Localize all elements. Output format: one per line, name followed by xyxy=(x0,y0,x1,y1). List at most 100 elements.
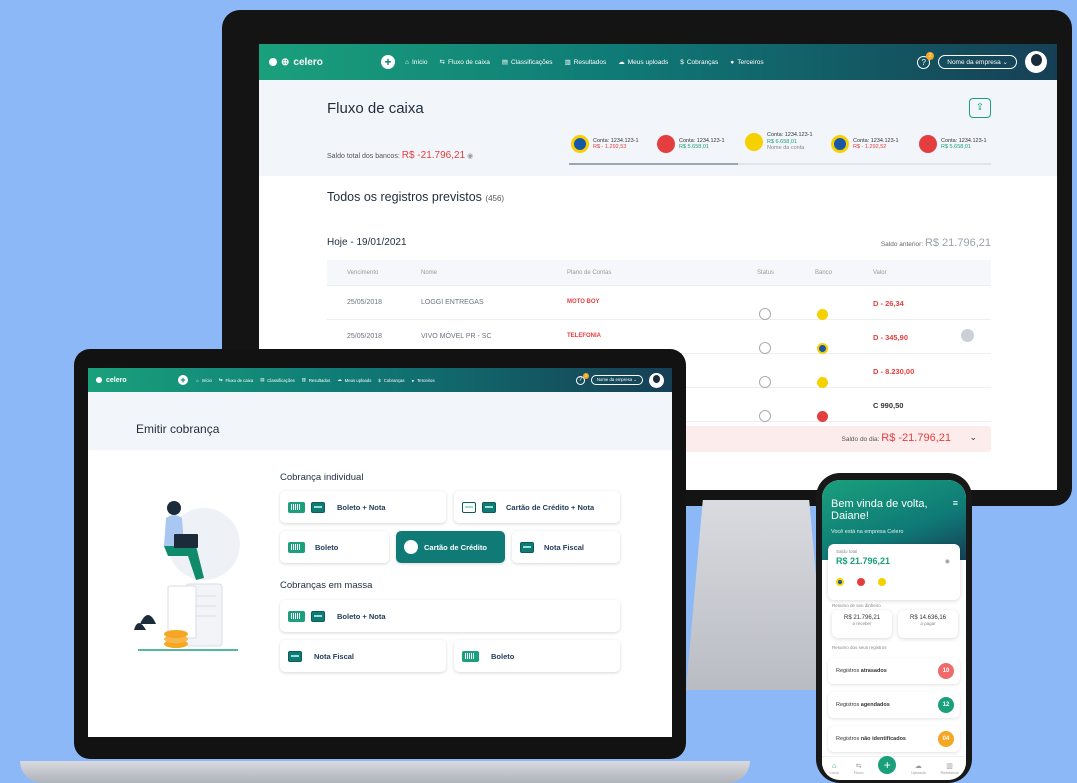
status-icon xyxy=(759,342,771,354)
eye-icon[interactable]: ◉ xyxy=(945,558,950,565)
records-scheduled[interactable]: Registros agendados 12 xyxy=(828,692,960,718)
laptop-screen: celero + ⌂ Início ⇆ Fluxo de caixa ▤ Classi… xyxy=(88,368,672,737)
add-button[interactable]: + xyxy=(878,755,897,774)
nav-item-resultados[interactable]: ▥ Resultados xyxy=(564,58,607,67)
nav-item-fluxo-de-caixa[interactable]: ⇆ Fluxo de caixa xyxy=(439,58,489,67)
nav-item-inicio[interactable]: ⌂ Início xyxy=(405,59,427,66)
nav-item-terceiros[interactable]: ● Terceiros xyxy=(412,378,435,383)
bank-icon xyxy=(878,578,886,586)
account-card[interactable]: Conta: 1234.123-1 R$ 5.658,01 xyxy=(657,135,725,153)
company-select[interactable]: Nome da empresa ⌄ xyxy=(938,55,1017,69)
top-navbar: celero + ⌂ Início ⇆ Fluxo de caixa ▤ Classi… xyxy=(88,368,672,392)
help-icon[interactable]: ? 2 xyxy=(917,51,935,69)
brand-logo[interactable]: ⊕ celero xyxy=(269,57,381,68)
nav-item-meus-uploads[interactable]: ☁ Meus uploads xyxy=(618,58,668,67)
upload-button[interactable]: ⇪ xyxy=(969,98,991,118)
avatar[interactable] xyxy=(1025,51,1047,73)
pay-card[interactable]: R$ 14.636,16 a pagar xyxy=(898,610,958,638)
account-card[interactable]: Conta: 1234.123-1 R$ - 1.292,53 xyxy=(571,135,639,153)
credit-card-icon xyxy=(462,501,476,513)
nav-item-classificacoes[interactable]: ▤ Classificações xyxy=(502,58,553,67)
laptop-base xyxy=(20,761,750,783)
row-action-button[interactable] xyxy=(961,329,974,342)
help-icon[interactable]: ? 2 xyxy=(575,372,589,385)
option-cartao-credito[interactable]: Cartão de Crédito xyxy=(396,531,505,563)
transfer-icon: ⇆ xyxy=(439,59,445,66)
greeting: Bem vinda de volta, Daiane! xyxy=(831,498,928,522)
people-icon: ● xyxy=(730,58,735,66)
bank-logo-icon xyxy=(831,135,849,153)
nav-item-fluxo-de-caixa[interactable]: ⇆ Fluxo de caixa xyxy=(219,377,253,383)
accounts-scroll-track[interactable] xyxy=(569,163,991,165)
option-mass-boleto-nota[interactable]: Boleto + Nota xyxy=(280,600,620,632)
add-button[interactable]: + xyxy=(381,55,395,69)
credit-card-icon xyxy=(404,540,418,554)
account-card[interactable]: Conta: 1234.123-1 R$ 5.658,01 xyxy=(919,135,987,153)
tab-relatorios[interactable]: ▥ Relatórios xyxy=(941,762,959,775)
nav-item-cobrancas[interactable]: $ Cobranças xyxy=(378,378,404,383)
receive-card[interactable]: R$ 21.796,21 a receber xyxy=(832,610,892,638)
cloud-upload-icon: ⇪ xyxy=(975,102,985,113)
home-icon: ⌂ xyxy=(832,762,837,770)
document-icon xyxy=(288,650,302,662)
boleto-icon xyxy=(288,610,305,622)
nav-item-inicio[interactable]: ⌂ Início xyxy=(196,378,212,383)
menu-icon[interactable]: ≡ xyxy=(953,498,958,508)
add-button[interactable]: + xyxy=(178,375,188,385)
tab-uploads[interactable]: ☁ Uploads xyxy=(911,762,926,775)
transfer-icon: ⇆ xyxy=(218,377,223,382)
bank-accounts-row[interactable] xyxy=(836,578,886,586)
account-card[interactable]: Conta: 1234.123-1 R$ 6.658,01 Nome da cont… xyxy=(745,132,813,152)
bank-logo-icon xyxy=(745,132,763,151)
boleto-icon xyxy=(462,650,479,662)
eye-icon[interactable]: ◉ xyxy=(467,153,473,160)
document-icon xyxy=(311,610,325,622)
chevron-down-icon[interactable]: ⌄ xyxy=(969,432,977,443)
page-header: Emitir cobrança xyxy=(88,392,672,450)
option-boleto[interactable]: Boleto xyxy=(280,531,389,563)
document-icon xyxy=(482,501,496,513)
tab-fluxo[interactable]: ⇆ Fluxo xyxy=(854,762,864,775)
option-cartao-credito-nota[interactable]: Cartão de Crédito + Nota xyxy=(454,491,620,523)
option-mass-nota-fiscal[interactable]: Nota Fiscal xyxy=(280,640,446,672)
records-unidentified[interactable]: Registros não identificados 04 xyxy=(828,726,960,752)
boleto-icon xyxy=(288,541,305,553)
option-boleto-nota[interactable]: Boleto + Nota xyxy=(280,491,446,523)
avatar[interactable] xyxy=(649,372,664,388)
bar-chart-icon: ▥ xyxy=(946,763,953,770)
option-nota-fiscal[interactable]: Nota Fiscal xyxy=(512,531,620,563)
nav-item-resultados[interactable]: ▥ Resultados xyxy=(302,377,331,383)
main-nav: ⌂ Início ⇆ Fluxo de caixa ▤ Classificações … xyxy=(405,58,764,67)
phone-screen: Bem vinda de volta, Daiane! ≡ Você está … xyxy=(822,480,966,780)
transfer-icon: ⇆ xyxy=(855,763,862,770)
home-icon: ⌂ xyxy=(405,58,409,66)
nav-item-classificacoes[interactable]: ▤ Classificações xyxy=(260,377,295,383)
document-icon xyxy=(311,501,325,513)
chevron-down-icon: ⌄ xyxy=(1002,59,1008,66)
nav-item-terceiros[interactable]: ● Terceiros xyxy=(730,59,763,66)
bank-logo-icon xyxy=(571,135,589,153)
section-title-individual: Cobrança individual xyxy=(280,472,364,483)
home-icon: ⌂ xyxy=(196,377,199,383)
bank-balance: Saldo total dos bancos: R$ -21.796,21 ◉ xyxy=(327,150,474,161)
document-icon xyxy=(520,541,534,553)
company-select[interactable]: Nome da empresa ⌄ xyxy=(590,375,643,385)
nav-item-cobrancas[interactable]: $ Cobranças xyxy=(680,59,718,66)
cloud-upload-icon: ☁ xyxy=(618,59,625,66)
status-icon xyxy=(759,308,771,320)
date-title: Hoje - 19/01/2021 xyxy=(327,237,407,248)
table-header: Vencimento Nome Plano de Contas Status B… xyxy=(327,260,991,286)
bank-icon xyxy=(817,377,828,388)
bar-chart-icon: ▥ xyxy=(564,59,571,66)
page-title: Fluxo de caixa xyxy=(327,100,424,117)
records-late[interactable]: Registros atrasados 10 xyxy=(828,658,960,684)
tab-inicio[interactable]: ⌂ Início xyxy=(829,763,839,775)
table-row[interactable]: 25/05/2018 LOGGI ENTREGAS MOTO BOY D - 2… xyxy=(327,286,991,320)
option-mass-boleto[interactable]: Boleto xyxy=(454,640,620,672)
brand-logo[interactable]: celero xyxy=(96,377,178,384)
account-card[interactable]: Conta: 1234.123-1 R$ - 1.292,52 xyxy=(831,135,899,153)
records-title: Todos os registros previstos (456) xyxy=(327,190,505,204)
brand-name: celero xyxy=(293,56,323,68)
nav-item-meus-uploads[interactable]: ☁ Meus uploads xyxy=(337,377,371,383)
status-icon xyxy=(759,410,771,422)
